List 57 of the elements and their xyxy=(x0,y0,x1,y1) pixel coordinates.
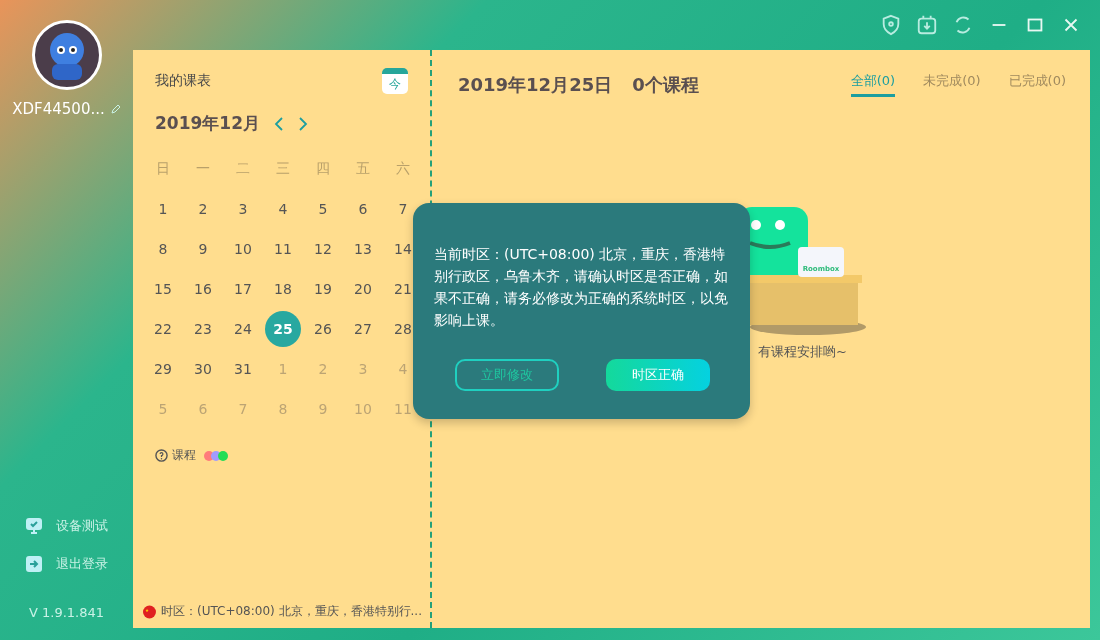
weekday-label: 六 xyxy=(395,159,411,178)
version-text: V 1.9.1.841 xyxy=(28,605,105,620)
calendar-day[interactable]: 13 xyxy=(345,231,381,267)
edit-icon[interactable] xyxy=(110,104,121,114)
calendar-day[interactable]: 27 xyxy=(345,311,381,347)
calendar-day[interactable]: 21 xyxy=(385,271,421,307)
calendar-day[interactable]: 22 xyxy=(145,311,181,347)
weekday-label: 五 xyxy=(355,159,371,178)
calendar-day[interactable]: 25 xyxy=(265,311,301,347)
calendar-day[interactable]: 1 xyxy=(145,191,181,227)
calendar-day[interactable]: 20 xyxy=(345,271,381,307)
today-button[interactable]: 今 xyxy=(382,68,408,94)
calendar-day[interactable]: 3 xyxy=(225,191,261,227)
calendar-day[interactable]: 4 xyxy=(265,191,301,227)
calendar-day[interactable]: 26 xyxy=(305,311,341,347)
next-month-button[interactable] xyxy=(298,115,308,132)
calendar-day[interactable]: 6 xyxy=(345,191,381,227)
calendar-day[interactable]: 8 xyxy=(145,231,181,267)
calendar-day[interactable]: 7 xyxy=(385,191,421,227)
chevron-right-icon xyxy=(298,115,308,132)
date-heading: 2019年12月25日 xyxy=(458,72,613,97)
calendar-day[interactable]: 31 xyxy=(225,351,261,387)
flag-icon xyxy=(143,603,156,620)
calendar-day[interactable]: 9 xyxy=(185,231,221,267)
calendar-day[interactable]: 17 xyxy=(225,271,261,307)
calendar-day[interactable]: 19 xyxy=(305,271,341,307)
calendar-day[interactable]: 10 xyxy=(225,231,261,267)
course-count: 0个课程 xyxy=(632,72,699,97)
weekday-label: 日 xyxy=(155,159,171,178)
previous-month-button[interactable] xyxy=(274,115,284,132)
calendar-day[interactable]: 15 xyxy=(145,271,181,307)
download-calendar-icon[interactable] xyxy=(916,14,938,36)
chevron-left-icon xyxy=(274,115,284,132)
empty-message: 有课程安排哟~ xyxy=(758,343,848,361)
calendar-day[interactable]: 18 xyxy=(265,271,301,307)
legend-label: 课程 xyxy=(172,447,196,464)
calendar-day[interactable]: 2 xyxy=(185,191,221,227)
calendar-day[interactable]: 16 xyxy=(185,271,221,307)
calendar-day[interactable]: 12 xyxy=(305,231,341,267)
calendar-day[interactable]: 5 xyxy=(305,191,341,227)
monitor-check-icon xyxy=(25,518,42,534)
shield-eye-icon[interactable] xyxy=(880,14,902,36)
username: XDF44500... xyxy=(12,100,105,118)
calendar-day[interactable]: 14 xyxy=(385,231,421,267)
timezone-text: 时区：(UTC+08:00) 北京，重庆，香港特别行... xyxy=(160,603,422,620)
calendar-title: 我的课表 xyxy=(155,72,211,90)
calendar-day[interactable]: 30 xyxy=(185,351,221,387)
weekday-label: 一 xyxy=(195,159,211,178)
calendar-day[interactable]: 11 xyxy=(265,231,301,267)
calendar-day[interactable]: 29 xyxy=(145,351,181,387)
dialog-message: 当前时区：(UTC+08:00) 北京，重庆，香港特别行政区，乌鲁木齐，请确认时区是否正确，如果不正确，请务必修改为正确的系统时区，以免影响上课。 xyxy=(434,245,729,330)
help-icon[interactable] xyxy=(155,449,168,462)
calendar-day[interactable]: 28 xyxy=(385,311,421,347)
calendar-day[interactable]: 24 xyxy=(225,311,261,347)
month-label: 2019年12月 xyxy=(155,112,260,135)
weekday-label: 四 xyxy=(315,159,331,178)
calendar-day[interactable]: 23 xyxy=(185,311,221,347)
